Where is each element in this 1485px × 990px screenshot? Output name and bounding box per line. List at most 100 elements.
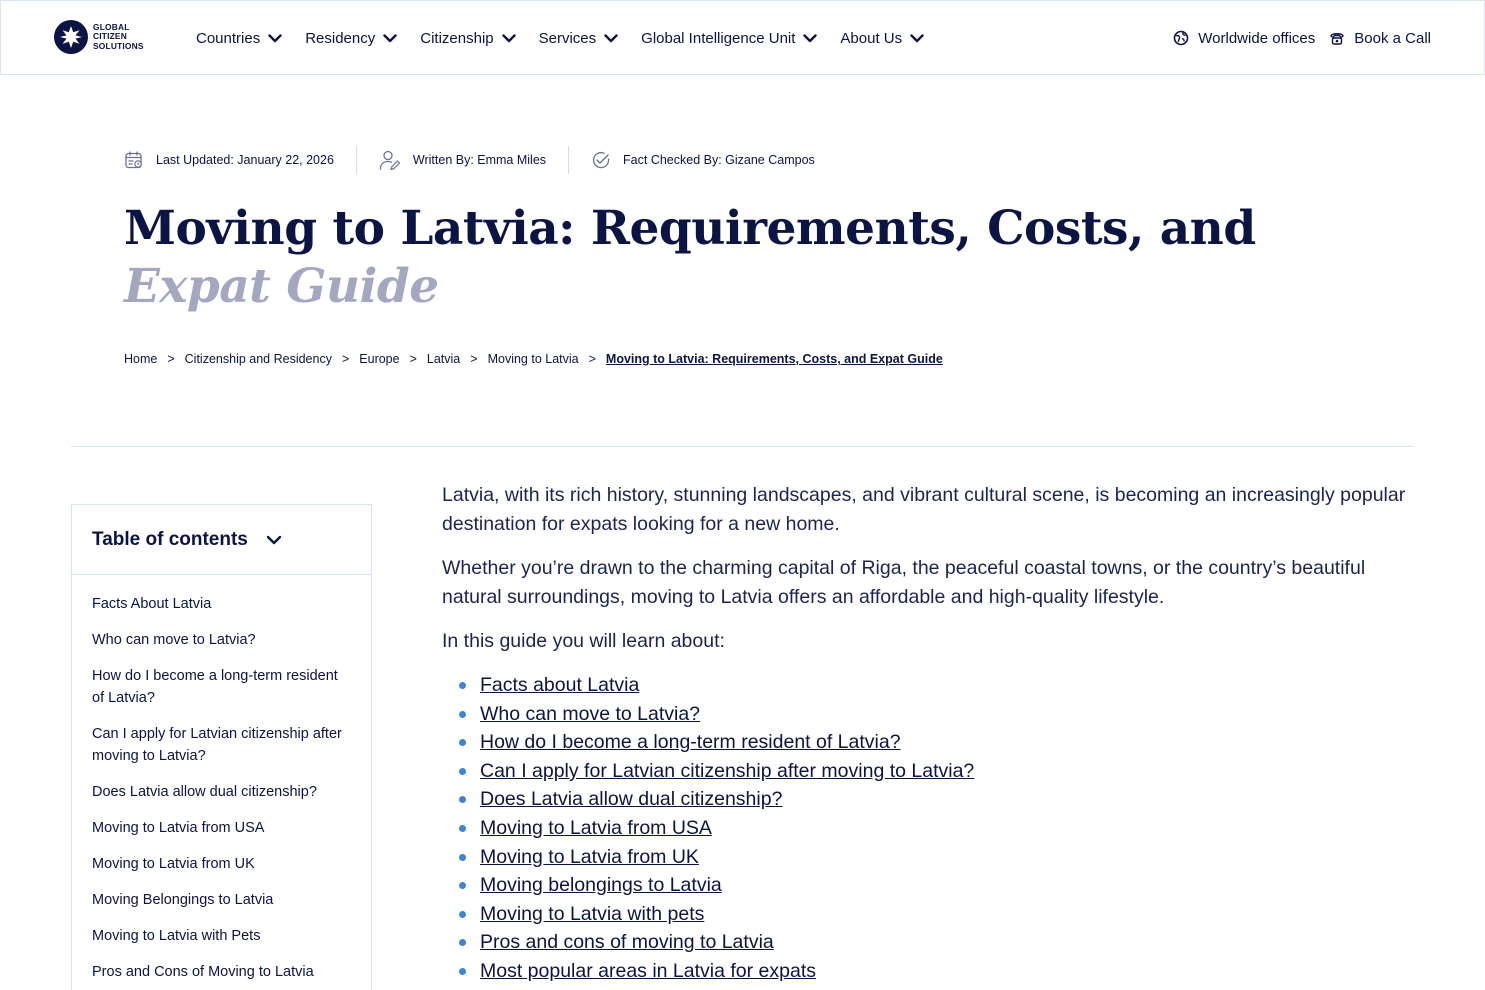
chevron-down-icon [383,33,397,43]
toc-item[interactable]: Moving to Latvia from USA [92,817,351,839]
table-of-contents: Table of contents Facts About Latvia Who… [71,504,372,990]
toc-item[interactable]: Does Latvia allow dual citizenship? [92,781,351,803]
chevron-down-icon [604,33,618,43]
header-actions: Worldwide offices Book a Call [1173,25,1431,51]
section-divider [71,446,1414,447]
last-updated: Last Updated: January 22, 2026 [124,146,334,174]
toc-list: Facts About Latvia Who can move to Latvi… [72,575,371,983]
list-item: Facts about Latvia [459,671,1417,700]
nav-citizenship[interactable]: Citizenship [420,25,516,51]
written-by: Written By: Emma Miles [379,146,546,174]
guide-link[interactable]: Moving to Latvia with pets [480,903,704,925]
breadcrumb-separator: > [409,352,417,366]
guide-link[interactable]: Most popular areas in Latvia for expats [480,960,816,982]
calendar-icon [124,150,144,170]
guide-link[interactable]: How do I become a long-term resident of … [480,731,901,753]
logo-text: GLOBAL CITIZEN SOLUTIONS [93,22,144,51]
guide-link-list: Facts about Latvia Who can move to Latvi… [442,671,1417,986]
nav-label: About Us [840,29,903,47]
page-title-main: Moving to Latvia: Requirements, Costs, a… [124,201,1256,256]
book-a-call-label: Book a Call [1354,29,1431,47]
logo-line: SOLUTIONS [93,40,144,51]
list-item: Can I apply for Latvian citizenship afte… [459,757,1417,786]
guide-link[interactable]: Facts about Latvia [480,674,639,696]
chevron-down-icon [910,33,924,43]
intro-paragraph: Whether you’re drawn to the charming cap… [442,557,1366,608]
nav-countries[interactable]: Countries [196,25,282,51]
breadcrumb-separator: > [341,352,350,366]
guide-link[interactable]: Pros and cons of moving to Latvia [480,931,774,953]
phone-icon [1329,30,1345,46]
nav-residency[interactable]: Residency [305,25,397,51]
toc-item[interactable]: Moving Belongings to Latvia [92,889,351,911]
guide-link[interactable]: Can I apply for Latvian citizenship afte… [480,760,974,782]
list-item: Moving to Latvia from USA [459,814,1417,843]
chevron-down-icon [268,33,282,43]
page-title-sub: Expat Guide [124,259,439,314]
written-by-text: Written By: Emma Miles [412,153,547,167]
toc-title: Table of contents [92,528,248,550]
nav-about-us[interactable]: About Us [840,25,924,51]
guide-intro: In this guide you will learn about: [442,630,725,652]
worldwide-offices-link[interactable]: Worldwide offices [1173,25,1315,51]
meta-divider [568,146,570,174]
nav-label: Global Intelligence Unit [641,29,796,47]
list-item: Moving to Latvia from UK [459,843,1417,872]
breadcrumb: Home > Citizenship and Residency > Europ… [124,352,943,366]
breadcrumb-moving-to-latvia[interactable]: Moving to Latvia [488,352,579,366]
toc-toggle[interactable]: Table of contents [72,505,371,575]
breadcrumb-separator: > [588,352,596,366]
article-body: Latvia, with its rich history, stunning … [442,481,1417,986]
last-updated-text: Last Updated: January 22, 2026 [156,153,334,167]
nav-global-intelligence-unit[interactable]: Global Intelligence Unit [641,25,818,51]
page-title: Moving to Latvia: Requirements, Costs, a… [124,200,1324,316]
chevron-down-icon [266,535,282,545]
main-nav: Countries Residency Citizenship Services… [196,25,947,51]
list-item: Moving to Latvia with pets [459,900,1417,929]
nav-label: Countries [196,29,261,47]
fact-checked-text: Fact Checked By: Gizane Campos [623,153,815,167]
logo[interactable]: GLOBAL CITIZEN SOLUTIONS [54,20,144,54]
breadcrumb-europe[interactable]: Europe [359,352,399,366]
breadcrumb-current[interactable]: Moving to Latvia: Requirements, Costs, a… [606,352,943,366]
site-header: GLOBAL CITIZEN SOLUTIONS Countries Resid… [0,0,1485,75]
breadcrumb-separator: > [167,352,175,366]
author-icon [379,149,401,171]
list-item: How do I become a long-term resident of … [459,728,1417,757]
breadcrumb-latvia[interactable]: Latvia [427,352,460,366]
toc-item[interactable]: Can I apply for Latvian citizenship afte… [92,723,351,767]
nav-label: Citizenship [420,29,494,47]
toc-item[interactable]: Moving to Latvia with Pets [92,925,351,947]
toc-item[interactable]: Who can move to Latvia? [92,629,351,651]
breadcrumb-separator: > [470,352,478,366]
nav-services[interactable]: Services [539,25,619,51]
nav-label: Services [538,29,597,47]
toc-item[interactable]: How do I become a long-term resident of … [92,665,351,709]
book-a-call-button[interactable]: Book a Call [1329,25,1431,51]
guide-link[interactable]: Does Latvia allow dual citizenship? [480,788,782,810]
fact-checked-by: Fact Checked By: Gizane Campos [591,146,815,174]
article-meta: Last Updated: January 22, 2026 Written B… [124,146,815,174]
toc-item[interactable]: Moving to Latvia from UK [92,853,351,875]
guide-link[interactable]: Moving to Latvia from USA [480,817,712,839]
breadcrumb-citizenship-and-residency[interactable]: Citizenship and Residency [185,352,332,366]
list-item: Most popular areas in Latvia for expats [459,957,1417,986]
list-item: Moving belongings to Latvia [459,871,1417,900]
breadcrumb-home[interactable]: Home [124,352,157,366]
toc-item[interactable]: Pros and Cons of Moving to Latvia [92,961,351,983]
toc-item[interactable]: Facts About Latvia [92,593,351,615]
chevron-down-icon [501,33,516,43]
chevron-down-icon [803,33,818,43]
guide-link[interactable]: Who can move to Latvia? [480,703,700,725]
guide-link[interactable]: Moving to Latvia from UK [480,846,699,868]
globe-icon [1173,30,1189,46]
worldwide-offices-label: Worldwide offices [1198,29,1316,47]
guide-link[interactable]: Moving belongings to Latvia [480,874,722,896]
list-item: Does Latvia allow dual citizenship? [459,785,1417,814]
list-item: Who can move to Latvia? [459,700,1417,729]
logo-star-icon [54,20,88,54]
meta-divider [355,146,357,174]
verified-check-icon [591,150,611,170]
intro-paragraph: Latvia, with its rich history, stunning … [442,484,1406,535]
list-item: Pros and cons of moving to Latvia [459,928,1417,957]
